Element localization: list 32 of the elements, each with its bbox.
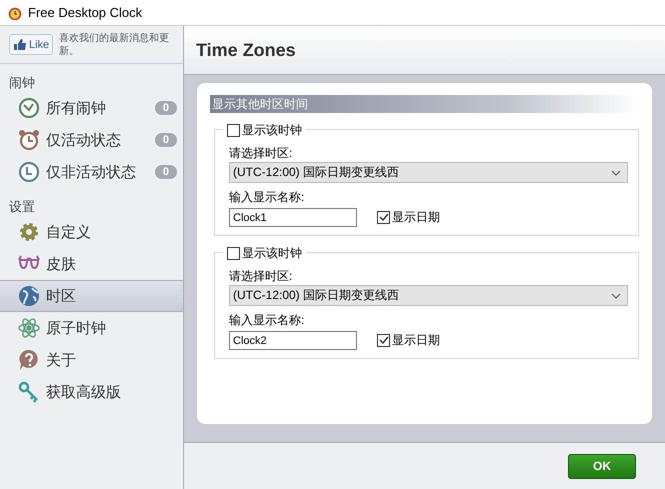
name-field[interactable]: Clock2 bbox=[229, 331, 357, 350]
sidebar-item[interactable]: 原子时钟 bbox=[0, 312, 183, 344]
count-badge: 0 bbox=[154, 165, 177, 179]
like-message: 喜欢我们的最新消息和更新。 bbox=[59, 32, 170, 58]
sidebar-item[interactable]: 获取高级版 bbox=[0, 376, 183, 408]
sidebar-item[interactable]: 仅非活动状态 0 bbox=[0, 156, 183, 188]
sidebar-item[interactable]: 皮肤 bbox=[0, 248, 183, 280]
group-title: 显示其他时区时间 bbox=[212, 97, 308, 111]
timezone-dropdown[interactable]: (UTC-12:00) 国际日期变更线西 bbox=[229, 285, 628, 306]
count-badge: 0 bbox=[154, 133, 177, 147]
sidebar-item[interactable]: 所有闹钟 0 bbox=[0, 92, 183, 124]
sidebar-item[interactable]: 仅活动状态 0 bbox=[0, 124, 183, 156]
page-title: Time Zones bbox=[196, 40, 296, 60]
sidebar-item[interactable]: 时区 bbox=[0, 280, 183, 312]
show-date-checkbox[interactable]: 显示日期 bbox=[377, 209, 440, 226]
field-label: 输入显示名称: bbox=[229, 312, 306, 329]
count-badge: 0 bbox=[154, 101, 177, 115]
show-date-checkbox[interactable]: 显示日期 bbox=[377, 332, 440, 349]
ok-button[interactable]: OK bbox=[568, 454, 636, 478]
timezone-dropdown[interactable]: (UTC-12:00) 国际日期变更线西 bbox=[229, 162, 628, 183]
section-label: 闹钟 bbox=[8, 74, 36, 92]
show-clock-checkbox[interactable]: 显示该时钟 bbox=[223, 122, 306, 139]
like-button[interactable]: Like bbox=[9, 34, 54, 55]
window-title: Free Desktop Clock bbox=[28, 5, 142, 20]
sidebar-item[interactable]: 关于 bbox=[0, 344, 183, 376]
show-clock-checkbox[interactable]: 显示该时钟 bbox=[223, 245, 306, 262]
name-field[interactable]: Clock1 bbox=[229, 208, 357, 227]
section-label: 设置 bbox=[8, 198, 36, 216]
sidebar-item[interactable]: 自定义 bbox=[0, 216, 183, 248]
field-label: 输入显示名称: bbox=[229, 189, 306, 206]
field-label: 请选择时区: bbox=[229, 268, 294, 285]
field-label: 请选择时区: bbox=[229, 145, 294, 162]
